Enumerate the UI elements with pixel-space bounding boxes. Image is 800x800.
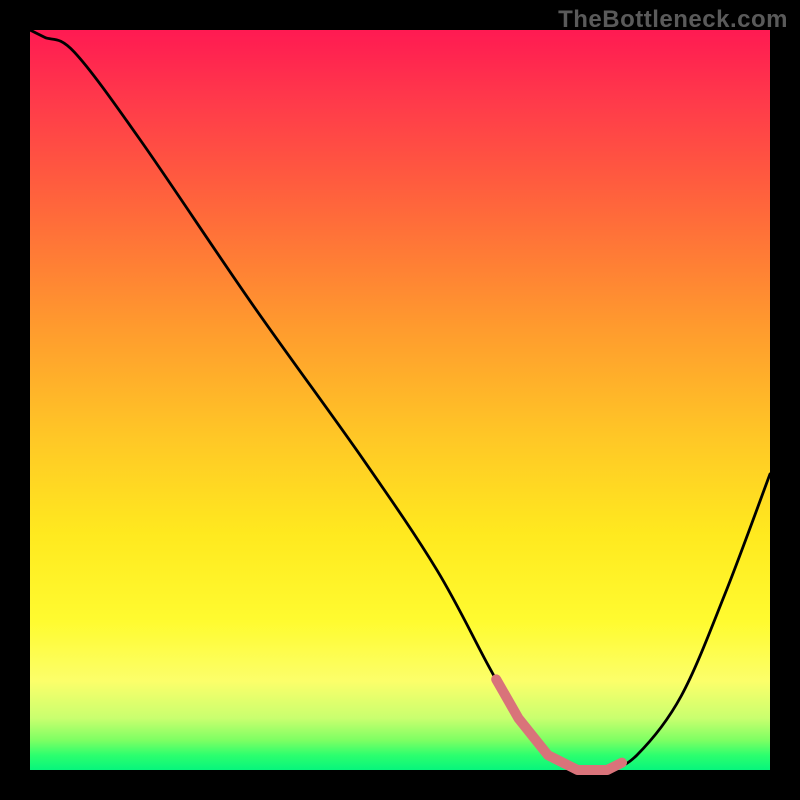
curve-svg (30, 30, 770, 770)
bottleneck-curve-path (30, 30, 770, 772)
plot-area (30, 30, 770, 770)
flat-region-highlight (496, 679, 622, 770)
chart-frame: TheBottleneck.com (0, 0, 800, 800)
